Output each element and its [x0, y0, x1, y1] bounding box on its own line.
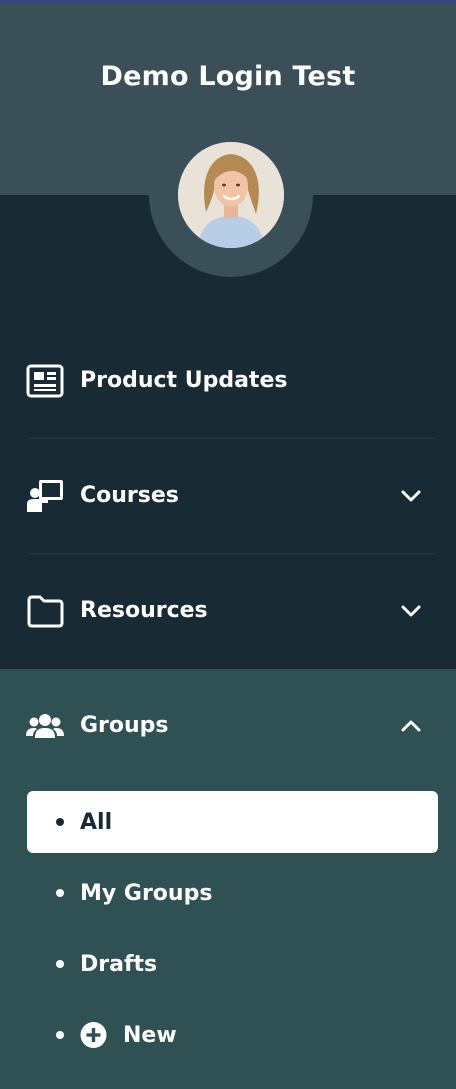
nav-item-product-updates[interactable]: Product Updates: [0, 323, 456, 438]
nav-item-label: Groups: [80, 713, 169, 738]
folder-icon: [27, 595, 64, 627]
avatar-photo: [178, 142, 284, 248]
groups-sub-item-drafts[interactable]: Drafts: [27, 933, 438, 995]
chevron-down-icon[interactable]: [400, 604, 422, 618]
app-title: Demo Login Test: [100, 61, 356, 92]
chevron-down-icon[interactable]: [400, 489, 422, 503]
nav-item-courses[interactable]: Courses: [0, 438, 456, 553]
presentation-board-icon: [27, 479, 63, 512]
bullet-icon: [56, 889, 64, 897]
nav-item-resources[interactable]: Resources: [0, 553, 456, 668]
nav-item-groups[interactable]: Groups: [0, 668, 456, 783]
users-group-icon: [26, 713, 64, 738]
sub-item-label: My Groups: [80, 880, 213, 906]
nav-item-label: Product Updates: [80, 368, 288, 393]
bullet-icon: [56, 1031, 64, 1039]
chevron-up-icon[interactable]: [400, 719, 422, 733]
bullet-icon: [56, 818, 64, 826]
avatar[interactable]: [178, 142, 284, 248]
nav-item-label: Resources: [80, 598, 208, 623]
sub-item-label: New: [123, 1022, 177, 1048]
nav-item-label: Courses: [80, 483, 179, 508]
groups-sub-item-new[interactable]: New: [27, 1004, 438, 1066]
newspaper-icon: [26, 364, 64, 397]
sub-item-label: Drafts: [80, 951, 158, 977]
bullet-icon: [56, 960, 64, 968]
groups-sub-item-my-groups[interactable]: My Groups: [27, 862, 438, 924]
plus-circle-icon: [80, 1022, 107, 1048]
groups-sub-item-all[interactable]: All: [27, 791, 438, 853]
sub-item-label: All: [80, 809, 113, 835]
